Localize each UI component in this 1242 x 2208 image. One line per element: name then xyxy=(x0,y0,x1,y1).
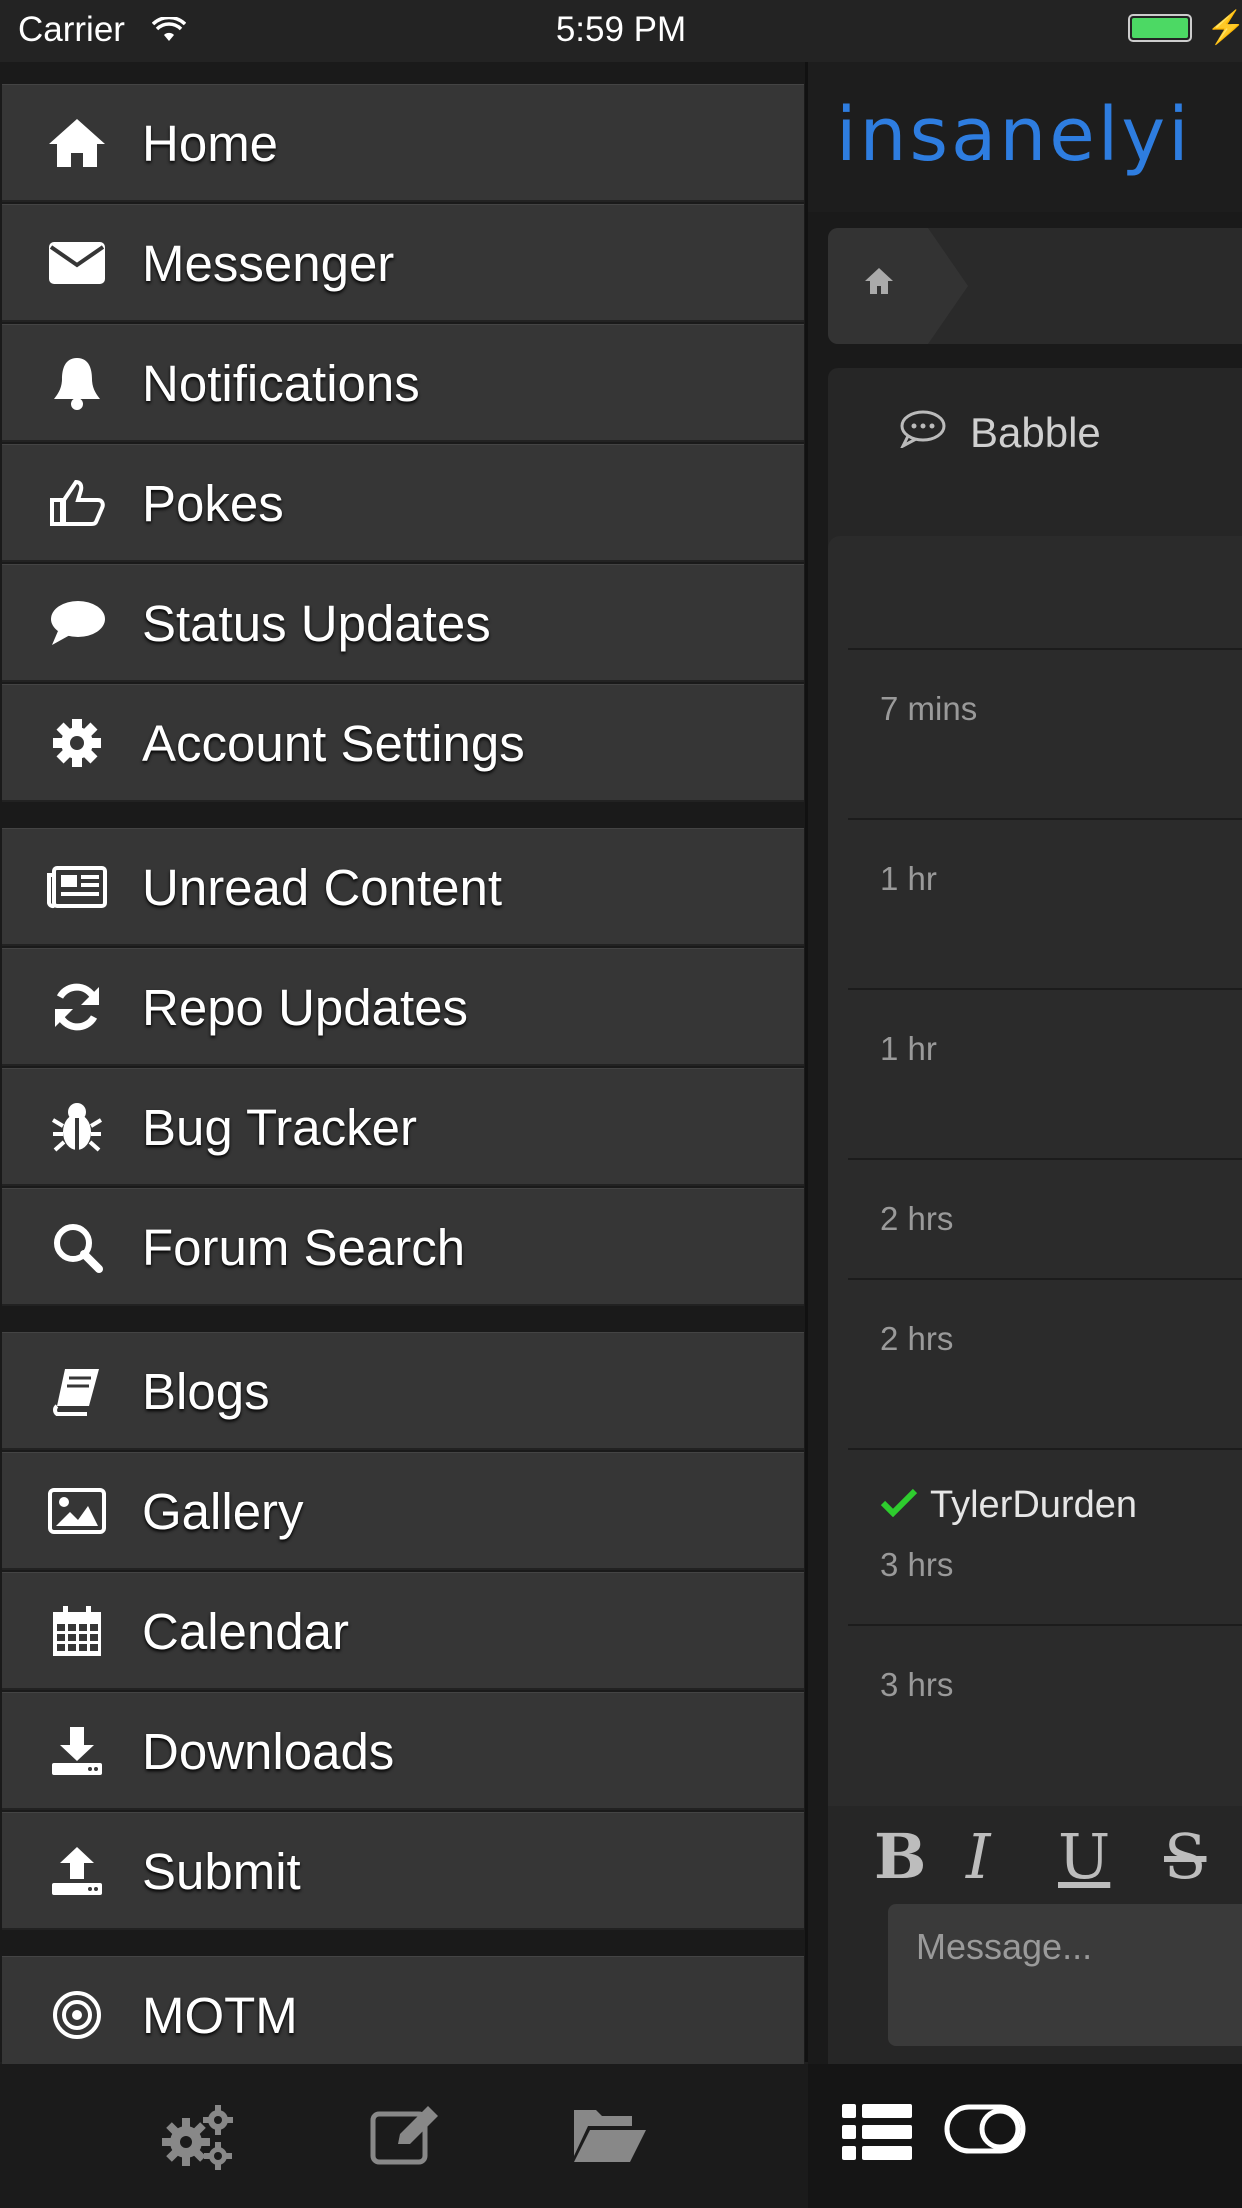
message-time: 3 hrs xyxy=(880,1546,954,1583)
breadcrumb-home[interactable] xyxy=(828,228,928,344)
menu-item-submit[interactable]: Submit xyxy=(2,1812,804,1930)
menu-item-label: Pokes xyxy=(142,475,284,532)
chat-message[interactable]: 7 mins xyxy=(848,648,1242,818)
gears-icon[interactable] xyxy=(160,2104,236,2175)
breadcrumb xyxy=(828,228,1242,344)
menu-item-label: Unread Content xyxy=(142,859,503,916)
italic-button[interactable]: I xyxy=(966,1820,991,1893)
message-time: 3 hrs xyxy=(880,1666,954,1703)
status-bar: Carrier 5:59 PM ⚡ xyxy=(0,0,1242,62)
target-icon xyxy=(42,1985,112,2045)
menu-item-label: Repo Updates xyxy=(142,979,469,1036)
clock: 5:59 PM xyxy=(555,10,687,49)
folder-open-icon[interactable] xyxy=(572,2104,648,2169)
menu-item-label: Status Updates xyxy=(142,595,491,652)
chat-message[interactable]: 1 hr xyxy=(848,818,1242,988)
message-author[interactable]: TylerDurden xyxy=(880,1484,1137,1527)
page-toolbar xyxy=(808,2064,1242,2208)
menu-item-unread-content[interactable]: Unread Content xyxy=(2,828,804,946)
menu-item-home[interactable]: Home xyxy=(2,84,804,202)
charging-icon: ⚡ xyxy=(1206,9,1242,45)
speech-bubble-icon xyxy=(42,593,112,653)
home-icon xyxy=(863,266,895,301)
message-time: 2 hrs xyxy=(880,1200,954,1237)
menu-item-pokes[interactable]: Pokes xyxy=(2,444,804,562)
message-time: 1 hr xyxy=(880,1030,937,1067)
menu-item-blogs[interactable]: Blogs xyxy=(2,1332,804,1450)
menu-item-messenger[interactable]: Messenger xyxy=(2,204,804,322)
menu-item-label: Blogs xyxy=(142,1363,270,1420)
menu-item-label: Messenger xyxy=(142,235,395,292)
underline-button[interactable]: U xyxy=(1058,1820,1110,1893)
message-time: 7 mins xyxy=(880,690,978,727)
bug-icon xyxy=(42,1097,112,1157)
chat-title-label: Babble xyxy=(970,409,1101,456)
upload-icon xyxy=(42,1841,112,1901)
menu-item-gallery[interactable]: Gallery xyxy=(2,1452,804,1570)
message-time: 1 hr xyxy=(880,860,937,897)
menu-item-label: Submit xyxy=(142,1843,301,1900)
chat-title: Babble xyxy=(898,408,1101,458)
side-drawer: Home Messenger Notifications Pokes Statu… xyxy=(0,62,808,2074)
calendar-icon xyxy=(42,1601,112,1661)
message-time: 2 hrs xyxy=(880,1320,954,1357)
menu-item-label: MOTM xyxy=(142,1987,298,2044)
toggle-icon[interactable] xyxy=(944,2104,1026,2159)
refresh-icon xyxy=(42,977,112,1037)
book-icon xyxy=(42,1361,112,1421)
gear-icon xyxy=(42,713,112,773)
list-icon[interactable] xyxy=(842,2104,912,2165)
bold-button[interactable]: B xyxy=(874,1820,926,1893)
envelope-icon xyxy=(42,233,112,293)
thumbs-up-icon xyxy=(42,473,112,533)
forum-page: insanelyi Babble 7 mins 1 hr 1 hr 2 hrs … xyxy=(808,62,1242,2208)
author-name: TylerDurden xyxy=(930,1484,1137,1526)
site-header: insanelyi xyxy=(808,62,1242,212)
download-icon xyxy=(42,1721,112,1781)
message-input-box xyxy=(888,1904,1242,2046)
menu-item-label: Downloads xyxy=(142,1723,395,1780)
menu-item-label: Notifications xyxy=(142,355,420,412)
chat-message[interactable]: 3 hrs xyxy=(848,1624,1242,1746)
menu-item-forum-search[interactable]: Forum Search xyxy=(2,1188,804,1306)
menu-item-label: Gallery xyxy=(142,1483,304,1540)
menu-item-downloads[interactable]: Downloads xyxy=(2,1692,804,1810)
menu-item-label: Calendar xyxy=(142,1603,349,1660)
strikethrough-button[interactable]: S xyxy=(1164,1820,1206,1893)
menu-item-calendar[interactable]: Calendar xyxy=(2,1572,804,1690)
menu-item-repo-updates[interactable]: Repo Updates xyxy=(2,948,804,1066)
chat-message[interactable]: 2 hrs xyxy=(848,1158,1242,1278)
battery-icon xyxy=(1128,14,1192,42)
compose-icon[interactable] xyxy=(370,2104,442,2171)
menu-item-status-updates[interactable]: Status Updates xyxy=(2,564,804,682)
drawer-toolbar xyxy=(0,2064,808,2208)
menu-item-notifications[interactable]: Notifications xyxy=(2,324,804,442)
image-icon xyxy=(42,1481,112,1541)
menu-item-label: Account Settings xyxy=(142,715,525,772)
chat-bubble-icon xyxy=(898,408,948,458)
menu-item-motm[interactable]: MOTM xyxy=(2,1956,804,2074)
bell-icon xyxy=(42,353,112,413)
message-input[interactable] xyxy=(888,1904,1242,1990)
verified-check-icon xyxy=(880,1484,918,1527)
newspaper-icon xyxy=(42,857,112,917)
chat-message[interactable]: 2 hrs xyxy=(848,1278,1242,1448)
site-logo[interactable]: insanelyi xyxy=(836,92,1192,178)
home-icon xyxy=(42,113,112,173)
menu-item-account-settings[interactable]: Account Settings xyxy=(2,684,804,802)
menu-item-label: Forum Search xyxy=(142,1219,466,1276)
menu-item-bug-tracker[interactable]: Bug Tracker xyxy=(2,1068,804,1186)
breadcrumb-arrow xyxy=(928,228,968,344)
chat-message[interactable]: TylerDurden 3 hrs xyxy=(848,1448,1242,1624)
search-icon xyxy=(42,1217,112,1277)
chat-message[interactable]: 1 hr xyxy=(848,988,1242,1158)
menu-item-label: Home xyxy=(142,115,279,172)
menu-item-label: Bug Tracker xyxy=(142,1099,417,1156)
